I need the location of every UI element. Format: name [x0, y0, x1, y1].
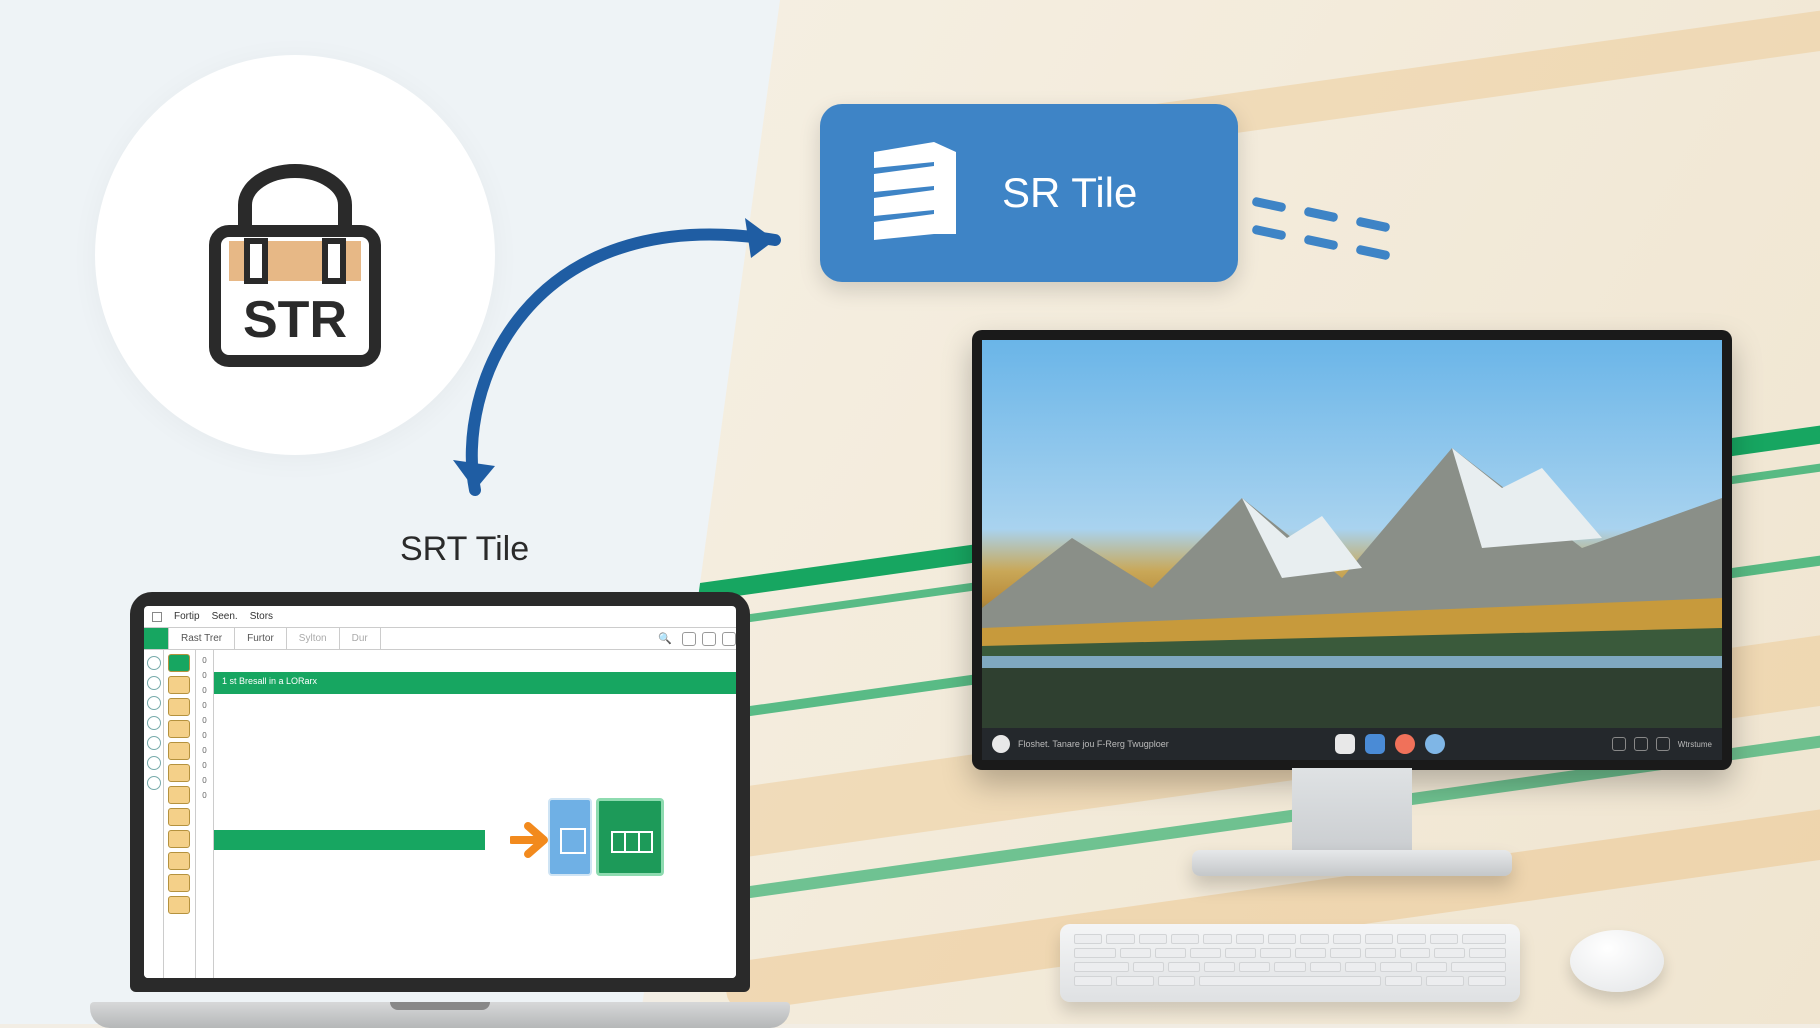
- svg-text:STR: STR: [243, 291, 347, 349]
- editor-canvas[interactable]: 1 st Bresall in a LORarx: [214, 650, 736, 978]
- rail-button[interactable]: [147, 776, 161, 790]
- sr-tile-label: SR Tile: [1002, 169, 1137, 217]
- arrow-right-icon: [510, 820, 552, 860]
- toolbar-icon[interactable]: [682, 632, 696, 646]
- taskbar-app-icon[interactable]: [1425, 734, 1445, 754]
- row-number: 0: [202, 791, 206, 800]
- toolbar-icon[interactable]: [722, 632, 736, 646]
- menu-item[interactable]: Seen.: [212, 611, 238, 622]
- laptop: Fortip Seen. Stors Rast Trer Furtor Sylt…: [90, 592, 790, 1022]
- monitor-screen: Floshet. Tanare jou F-Rerg Twugploer Wtr…: [982, 340, 1722, 760]
- tray-icon[interactable]: [1634, 737, 1648, 751]
- tile-preview-green[interactable]: [596, 798, 664, 876]
- flow-arrow-icon: [445, 140, 845, 520]
- tile-preview-blue[interactable]: [548, 798, 592, 876]
- app-menubar: Fortip Seen. Stors: [144, 606, 736, 628]
- taskbar-app-icon[interactable]: [1335, 734, 1355, 754]
- row-number: 0: [202, 761, 206, 770]
- toolbar-marker: [144, 628, 169, 649]
- layer-thumb[interactable]: [168, 852, 190, 870]
- toolbar-col[interactable]: Furtor: [235, 628, 287, 649]
- monitor-foot: [1192, 850, 1512, 876]
- rail-button[interactable]: [147, 756, 161, 770]
- toolbar-col[interactable]: Sylton: [287, 628, 340, 649]
- app-toolbar: Rast Trer Furtor Sylton Dur 🔍: [144, 628, 736, 650]
- row-number: 0: [202, 671, 206, 680]
- row-number: 0: [202, 776, 206, 785]
- layer-thumb[interactable]: [168, 698, 190, 716]
- srt-caption: SRT Tile: [400, 530, 529, 569]
- rail-button[interactable]: [147, 656, 161, 670]
- number-column: 0 0 0 0 0 0 0 0 0 0: [196, 650, 214, 978]
- taskbar[interactable]: Floshet. Tanare jou F-Rerg Twugploer Wtr…: [982, 728, 1722, 760]
- tool-rail: [144, 650, 164, 978]
- window-control-icon[interactable]: [152, 612, 162, 622]
- taskbar-center: [1177, 734, 1604, 754]
- rail-button[interactable]: [147, 736, 161, 750]
- desktop-monitor: Floshet. Tanare jou F-Rerg Twugploer Wtr…: [972, 330, 1732, 890]
- keyboard: [1060, 924, 1520, 1002]
- layer-thumb[interactable]: [168, 764, 190, 782]
- layer-thumb[interactable]: [168, 830, 190, 848]
- toolbar-col[interactable]: Dur: [340, 628, 381, 649]
- monitor-bezel: Floshet. Tanare jou F-Rerg Twugploer Wtr…: [972, 330, 1732, 770]
- rail-button[interactable]: [147, 676, 161, 690]
- row-number: 0: [202, 716, 206, 725]
- tray-label: Wtrstume: [1678, 740, 1712, 749]
- layer-thumb[interactable]: [168, 742, 190, 760]
- layer-thumb[interactable]: [168, 676, 190, 694]
- menu-item[interactable]: Fortip: [174, 611, 200, 622]
- dashed-connector: [1252, 192, 1552, 252]
- row-number: 0: [202, 701, 206, 710]
- layer-thumb[interactable]: [168, 808, 190, 826]
- system-tray: Wtrstume: [1612, 737, 1712, 751]
- taskbar-text: Floshet. Tanare jou F-Rerg Twugploer: [1018, 739, 1169, 749]
- laptop-screen: Fortip Seen. Stors Rast Trer Furtor Sylt…: [144, 606, 736, 978]
- layer-column: [164, 650, 196, 978]
- app-body: 0 0 0 0 0 0 0 0 0 0 1 st Bresall in a LO…: [144, 650, 736, 978]
- toolbar-icon[interactable]: [702, 632, 716, 646]
- rail-button[interactable]: [147, 716, 161, 730]
- layer-thumb[interactable]: [168, 720, 190, 738]
- canvas-header-bar: 1 st Bresall in a LORarx: [214, 672, 736, 694]
- sr-tile-card: SR Tile: [820, 104, 1238, 282]
- layer-thumb[interactable]: [168, 786, 190, 804]
- taskbar-app-icon[interactable]: [1395, 734, 1415, 754]
- tray-icon[interactable]: [1612, 737, 1626, 751]
- row-number: 0: [202, 731, 206, 740]
- laptop-lid: Fortip Seen. Stors Rast Trer Furtor Sylt…: [130, 592, 750, 992]
- layer-thumb[interactable]: [168, 654, 190, 672]
- row-number: 0: [202, 746, 206, 755]
- tray-icon[interactable]: [1656, 737, 1670, 751]
- row-number: 0: [202, 686, 206, 695]
- rail-button[interactable]: [147, 696, 161, 710]
- timeline-bar[interactable]: [214, 830, 485, 850]
- search-icon[interactable]: 🔍: [658, 632, 672, 645]
- monitor-neck: [1292, 768, 1412, 858]
- laptop-notch: [390, 1002, 490, 1010]
- taskbar-app-icon[interactable]: [1365, 734, 1385, 754]
- row-number: 0: [202, 656, 206, 665]
- layer-thumb[interactable]: [168, 896, 190, 914]
- laptop-base: [90, 1002, 790, 1028]
- menu-item[interactable]: Stors: [250, 611, 273, 622]
- lock-bag-icon: STR: [185, 135, 405, 375]
- toolbar-col[interactable]: Rast Trer: [169, 628, 235, 649]
- layer-thumb[interactable]: [168, 874, 190, 892]
- mouse: [1570, 930, 1664, 992]
- str-badge: STR: [95, 55, 495, 455]
- start-button[interactable]: [992, 735, 1010, 753]
- server-stack-icon: [864, 138, 964, 248]
- wallpaper-landscape-icon: [982, 428, 1722, 668]
